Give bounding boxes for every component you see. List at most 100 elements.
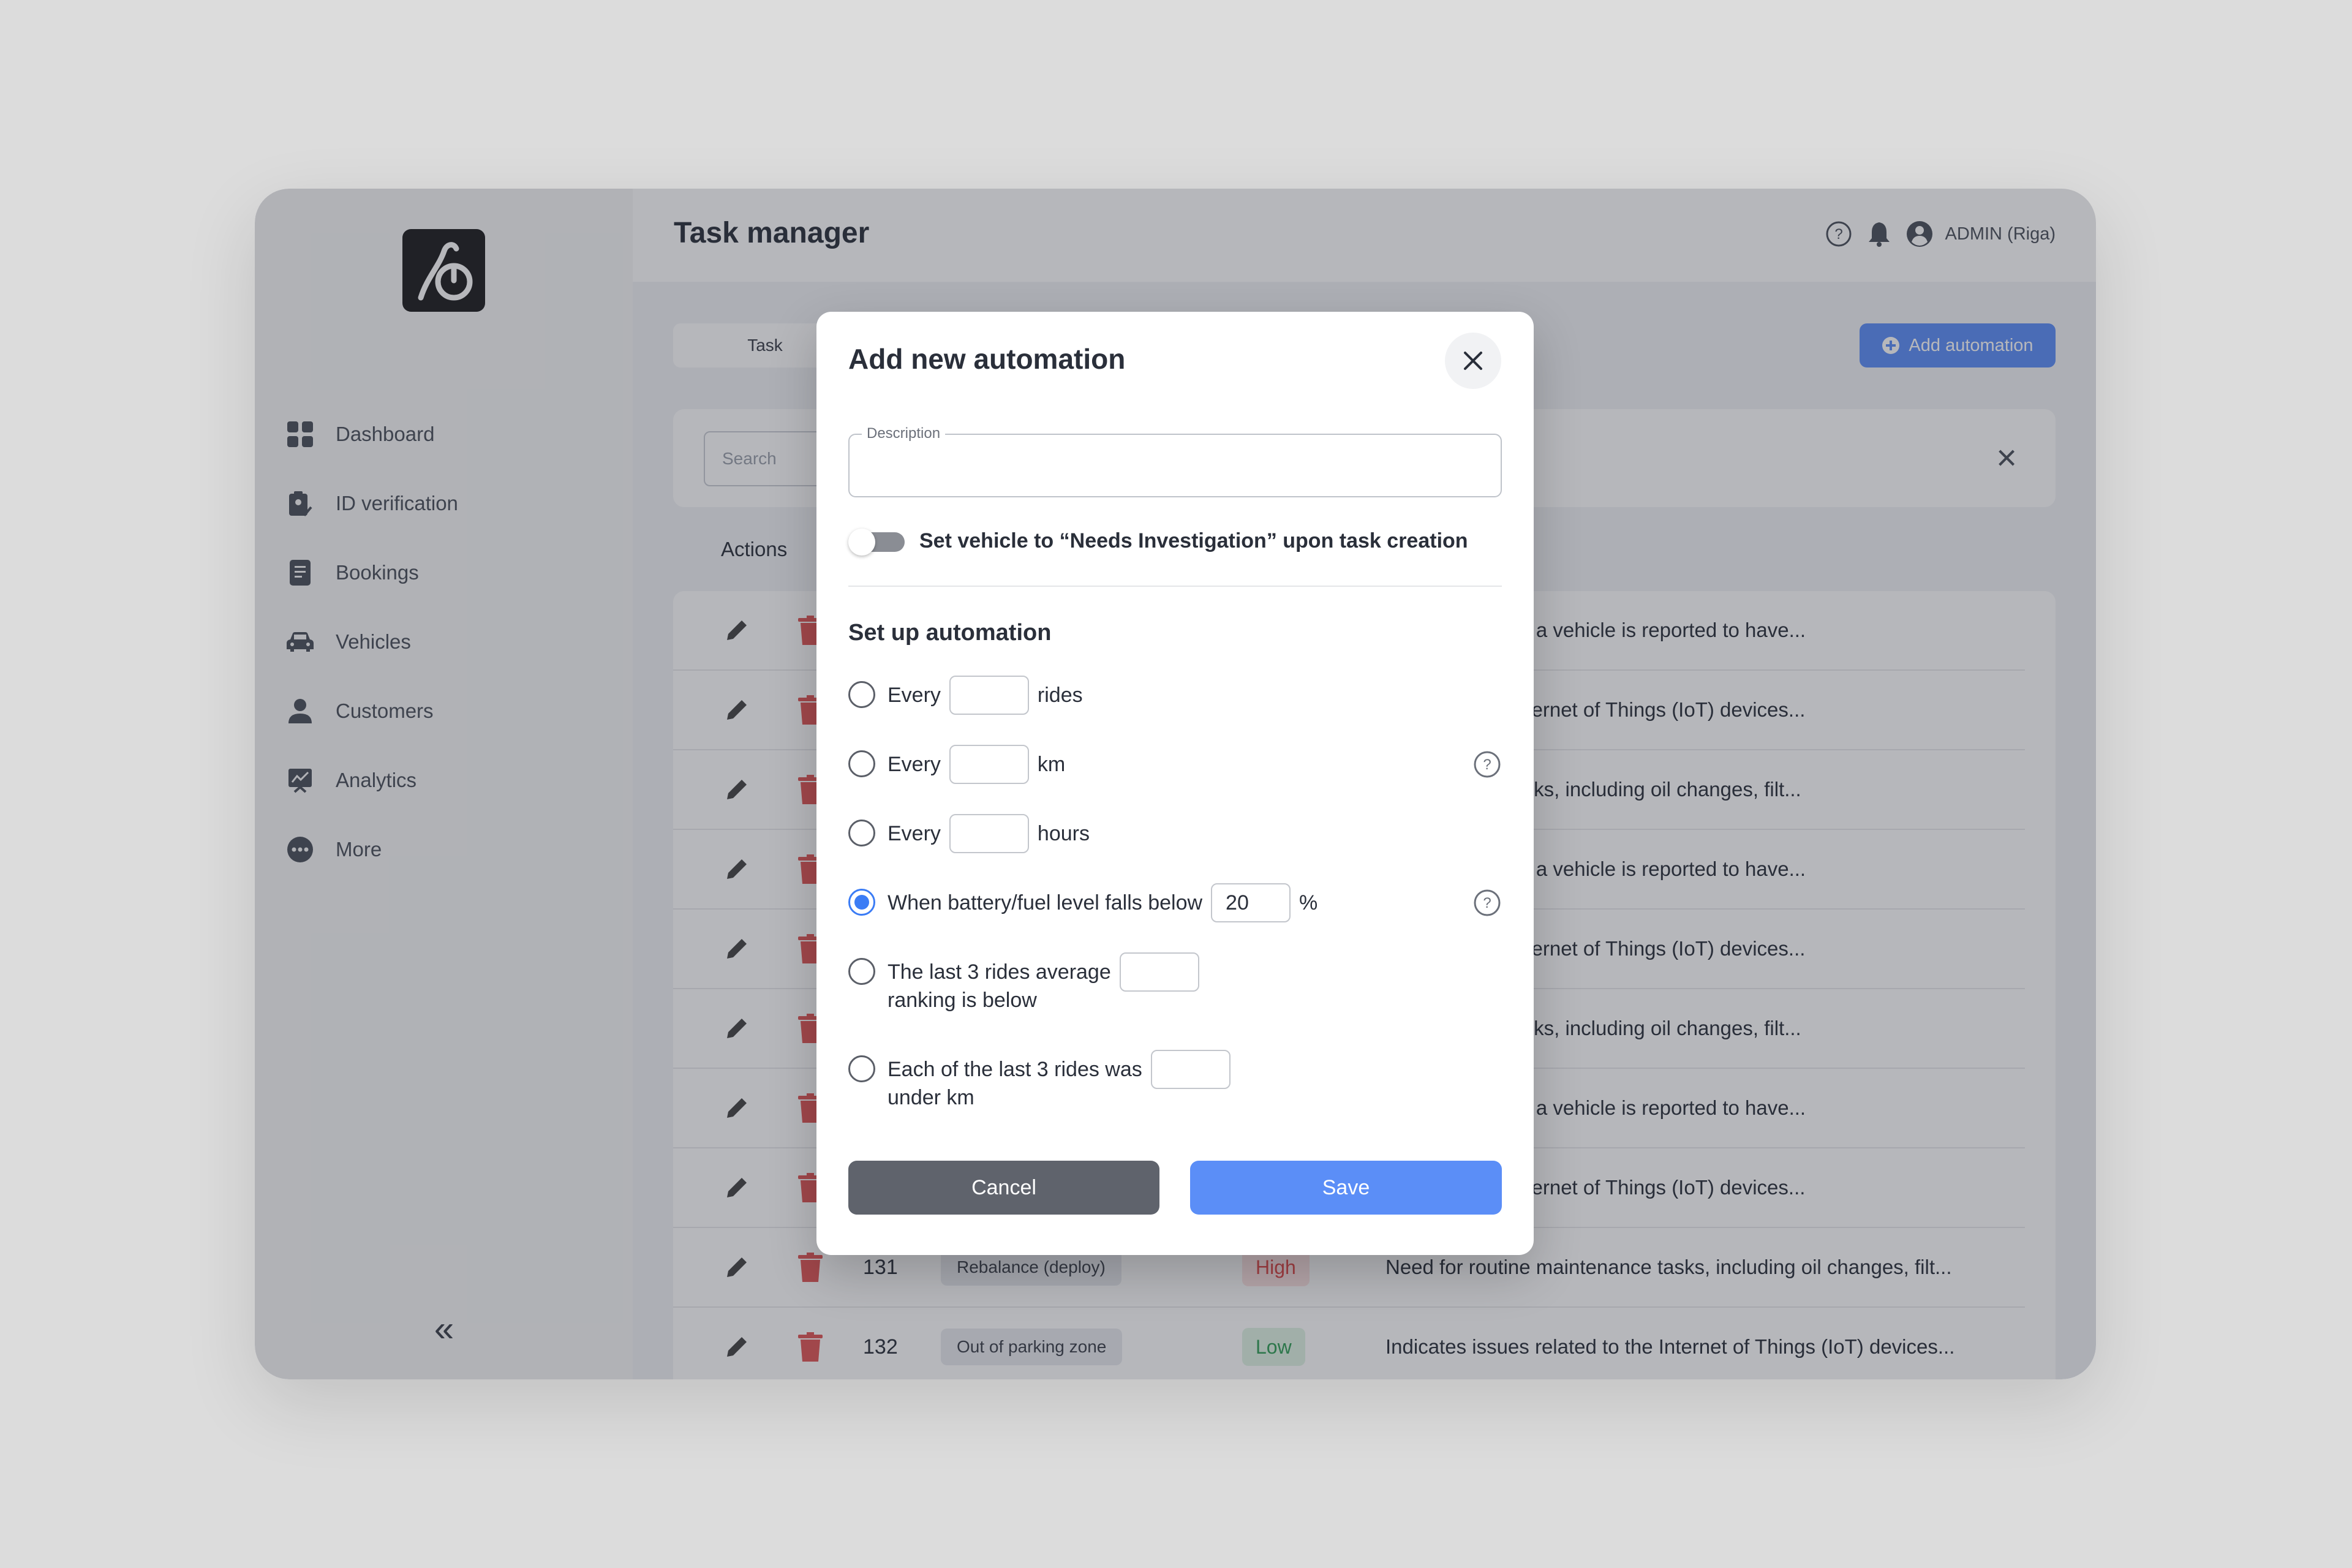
option-label: Every <box>888 684 941 707</box>
task-id: 131 <box>863 1255 898 1279</box>
option-label: Every <box>888 822 941 845</box>
option-label: The last 3 rides average ranking is belo… <box>888 958 1111 1014</box>
save-button[interactable]: Save <box>1190 1161 1502 1215</box>
battery-level-input[interactable]: 20 <box>1211 883 1291 922</box>
edit-icon[interactable] <box>722 1253 752 1282</box>
modal-title: Add new automation <box>848 343 1126 375</box>
setup-section-title: Set up automation <box>848 620 1052 646</box>
option-label: When battery/fuel level falls below <box>888 891 1203 914</box>
sidebar-item-vehicles[interactable]: Vehicles <box>287 607 458 676</box>
delete-icon[interactable] <box>798 1253 823 1282</box>
radio-every-hours[interactable] <box>848 820 875 846</box>
bell-icon[interactable] <box>1864 219 1894 249</box>
radio-battery-level[interactable] <box>848 889 875 916</box>
ranking-input[interactable] <box>1119 952 1199 992</box>
bike-logo-icon <box>418 242 473 301</box>
more-icon <box>287 836 314 863</box>
option-label-line2: under km <box>888 1086 974 1109</box>
sidebar-item-analytics[interactable]: Analytics <box>287 745 458 815</box>
cancel-button[interactable]: Cancel <box>848 1161 1159 1215</box>
edit-icon[interactable] <box>722 1332 752 1362</box>
option-battery-level: When battery/fuel level falls below 20 % <box>848 883 1318 922</box>
radio-average-ranking[interactable] <box>848 958 875 985</box>
option-last-rides-under-km: Each of the last 3 rides was under km <box>848 1050 1239 1112</box>
close-modal-button[interactable] <box>1445 333 1501 389</box>
dashboard-icon <box>287 421 314 448</box>
divider <box>848 586 1502 587</box>
edit-icon[interactable] <box>722 854 752 884</box>
option-unit: hours <box>1037 822 1090 845</box>
svg-text:?: ? <box>1834 226 1842 243</box>
option-unit: km <box>1037 753 1066 776</box>
radio-every-km[interactable] <box>848 750 875 777</box>
sidebar-item-label: Analytics <box>336 768 417 791</box>
sidebar-item-label: Vehicles <box>336 630 411 653</box>
option-label-line2: ranking is below <box>888 989 1037 1012</box>
hours-input[interactable] <box>949 814 1029 853</box>
app-logo[interactable] <box>402 229 485 312</box>
analytics-icon <box>287 767 314 794</box>
add-automation-modal: Add new automation Description Set vehic… <box>816 312 1534 1255</box>
sidebar-item-label: Customers <box>336 699 434 722</box>
option-unit: rides <box>1037 684 1083 707</box>
radio-last-rides-under-km[interactable] <box>848 1055 875 1082</box>
sidebar-item-more[interactable]: More <box>287 815 458 884</box>
close-filters-icon[interactable]: × <box>1988 440 2025 477</box>
needs-investigation-label: Set vehicle to “Needs Investigation” upo… <box>919 529 1468 552</box>
km-input[interactable] <box>949 745 1029 784</box>
description-field[interactable]: Description <box>848 425 1502 497</box>
needs-investigation-toggle[interactable] <box>848 529 905 556</box>
edit-icon[interactable] <box>722 1173 752 1202</box>
radio-every-rides[interactable] <box>848 681 875 708</box>
rides-input[interactable] <box>949 676 1029 715</box>
option-average-ranking: The last 3 rides average ranking is belo… <box>848 952 1208 1014</box>
option-label: Every <box>888 753 941 776</box>
option-every-km: Every km <box>848 745 1066 784</box>
task-description: Indicates issues related to the Internet… <box>1385 1335 1955 1358</box>
edit-icon[interactable] <box>722 616 752 645</box>
sidebar-item-label: More <box>336 837 382 861</box>
option-every-rides: Every rides <box>848 676 1083 715</box>
option-every-hours: Every hours <box>848 814 1090 853</box>
person-icon <box>287 698 314 725</box>
sidebar-item-label: ID verification <box>336 491 458 514</box>
needs-investigation-row: Set vehicle to “Needs Investigation” upo… <box>848 529 1468 556</box>
help-icon[interactable]: ? <box>1824 219 1853 249</box>
account-icon[interactable] <box>1905 219 1934 249</box>
add-automation-label: Add automation <box>1909 335 2034 355</box>
sidebar-item-id-verification[interactable]: ID verification <box>287 469 458 538</box>
sidebar-item-customers[interactable]: Customers <box>287 676 458 745</box>
edit-icon[interactable] <box>722 695 752 725</box>
task-type-badge: Out of parking zone <box>941 1329 1123 1365</box>
sidebar-item-label: Dashboard <box>336 422 435 445</box>
delete-icon[interactable] <box>798 1332 823 1362</box>
option-unit: % <box>1299 891 1318 914</box>
edit-icon[interactable] <box>722 1014 752 1043</box>
user-name[interactable]: ADMIN (Riga) <box>1945 224 2056 244</box>
edit-icon[interactable] <box>722 934 752 963</box>
edit-icon[interactable] <box>722 1093 752 1123</box>
svg-text:?: ? <box>1483 756 1491 773</box>
option-label-line1: Each of the last 3 rides was <box>888 1058 1142 1081</box>
sidebar-item-bookings[interactable]: Bookings <box>287 538 458 607</box>
topbar-user-area: ? ADMIN (Riga) <box>1813 219 2056 249</box>
add-automation-button[interactable]: Add automation <box>1860 323 2056 368</box>
sidebar-item-dashboard[interactable]: Dashboard <box>287 399 458 469</box>
close-icon <box>1464 352 1482 370</box>
edit-icon[interactable] <box>722 775 752 804</box>
task-description: Need for routine maintenance tasks, incl… <box>1385 1256 1952 1278</box>
svg-text:?: ? <box>1483 895 1491 911</box>
collapse-sidebar-button[interactable]: « <box>428 1311 460 1347</box>
option-label-line1: The last 3 rides average <box>888 960 1111 984</box>
table-row[interactable]: 132 Out of parking zone Low Indicates is… <box>673 1308 2025 1379</box>
help-icon[interactable]: ? <box>1473 750 1501 778</box>
under-km-input[interactable] <box>1150 1050 1231 1089</box>
page-title: Task manager <box>674 217 870 249</box>
option-label: Each of the last 3 rides was under km <box>888 1055 1142 1112</box>
sidebar-nav: Dashboard ID verification Bookings Vehic… <box>287 399 458 884</box>
description-label: Description <box>862 425 946 442</box>
car-icon <box>287 628 314 655</box>
sidebar-item-label: Bookings <box>336 560 419 584</box>
help-icon[interactable]: ? <box>1473 889 1501 917</box>
task-id: 132 <box>863 1335 898 1359</box>
